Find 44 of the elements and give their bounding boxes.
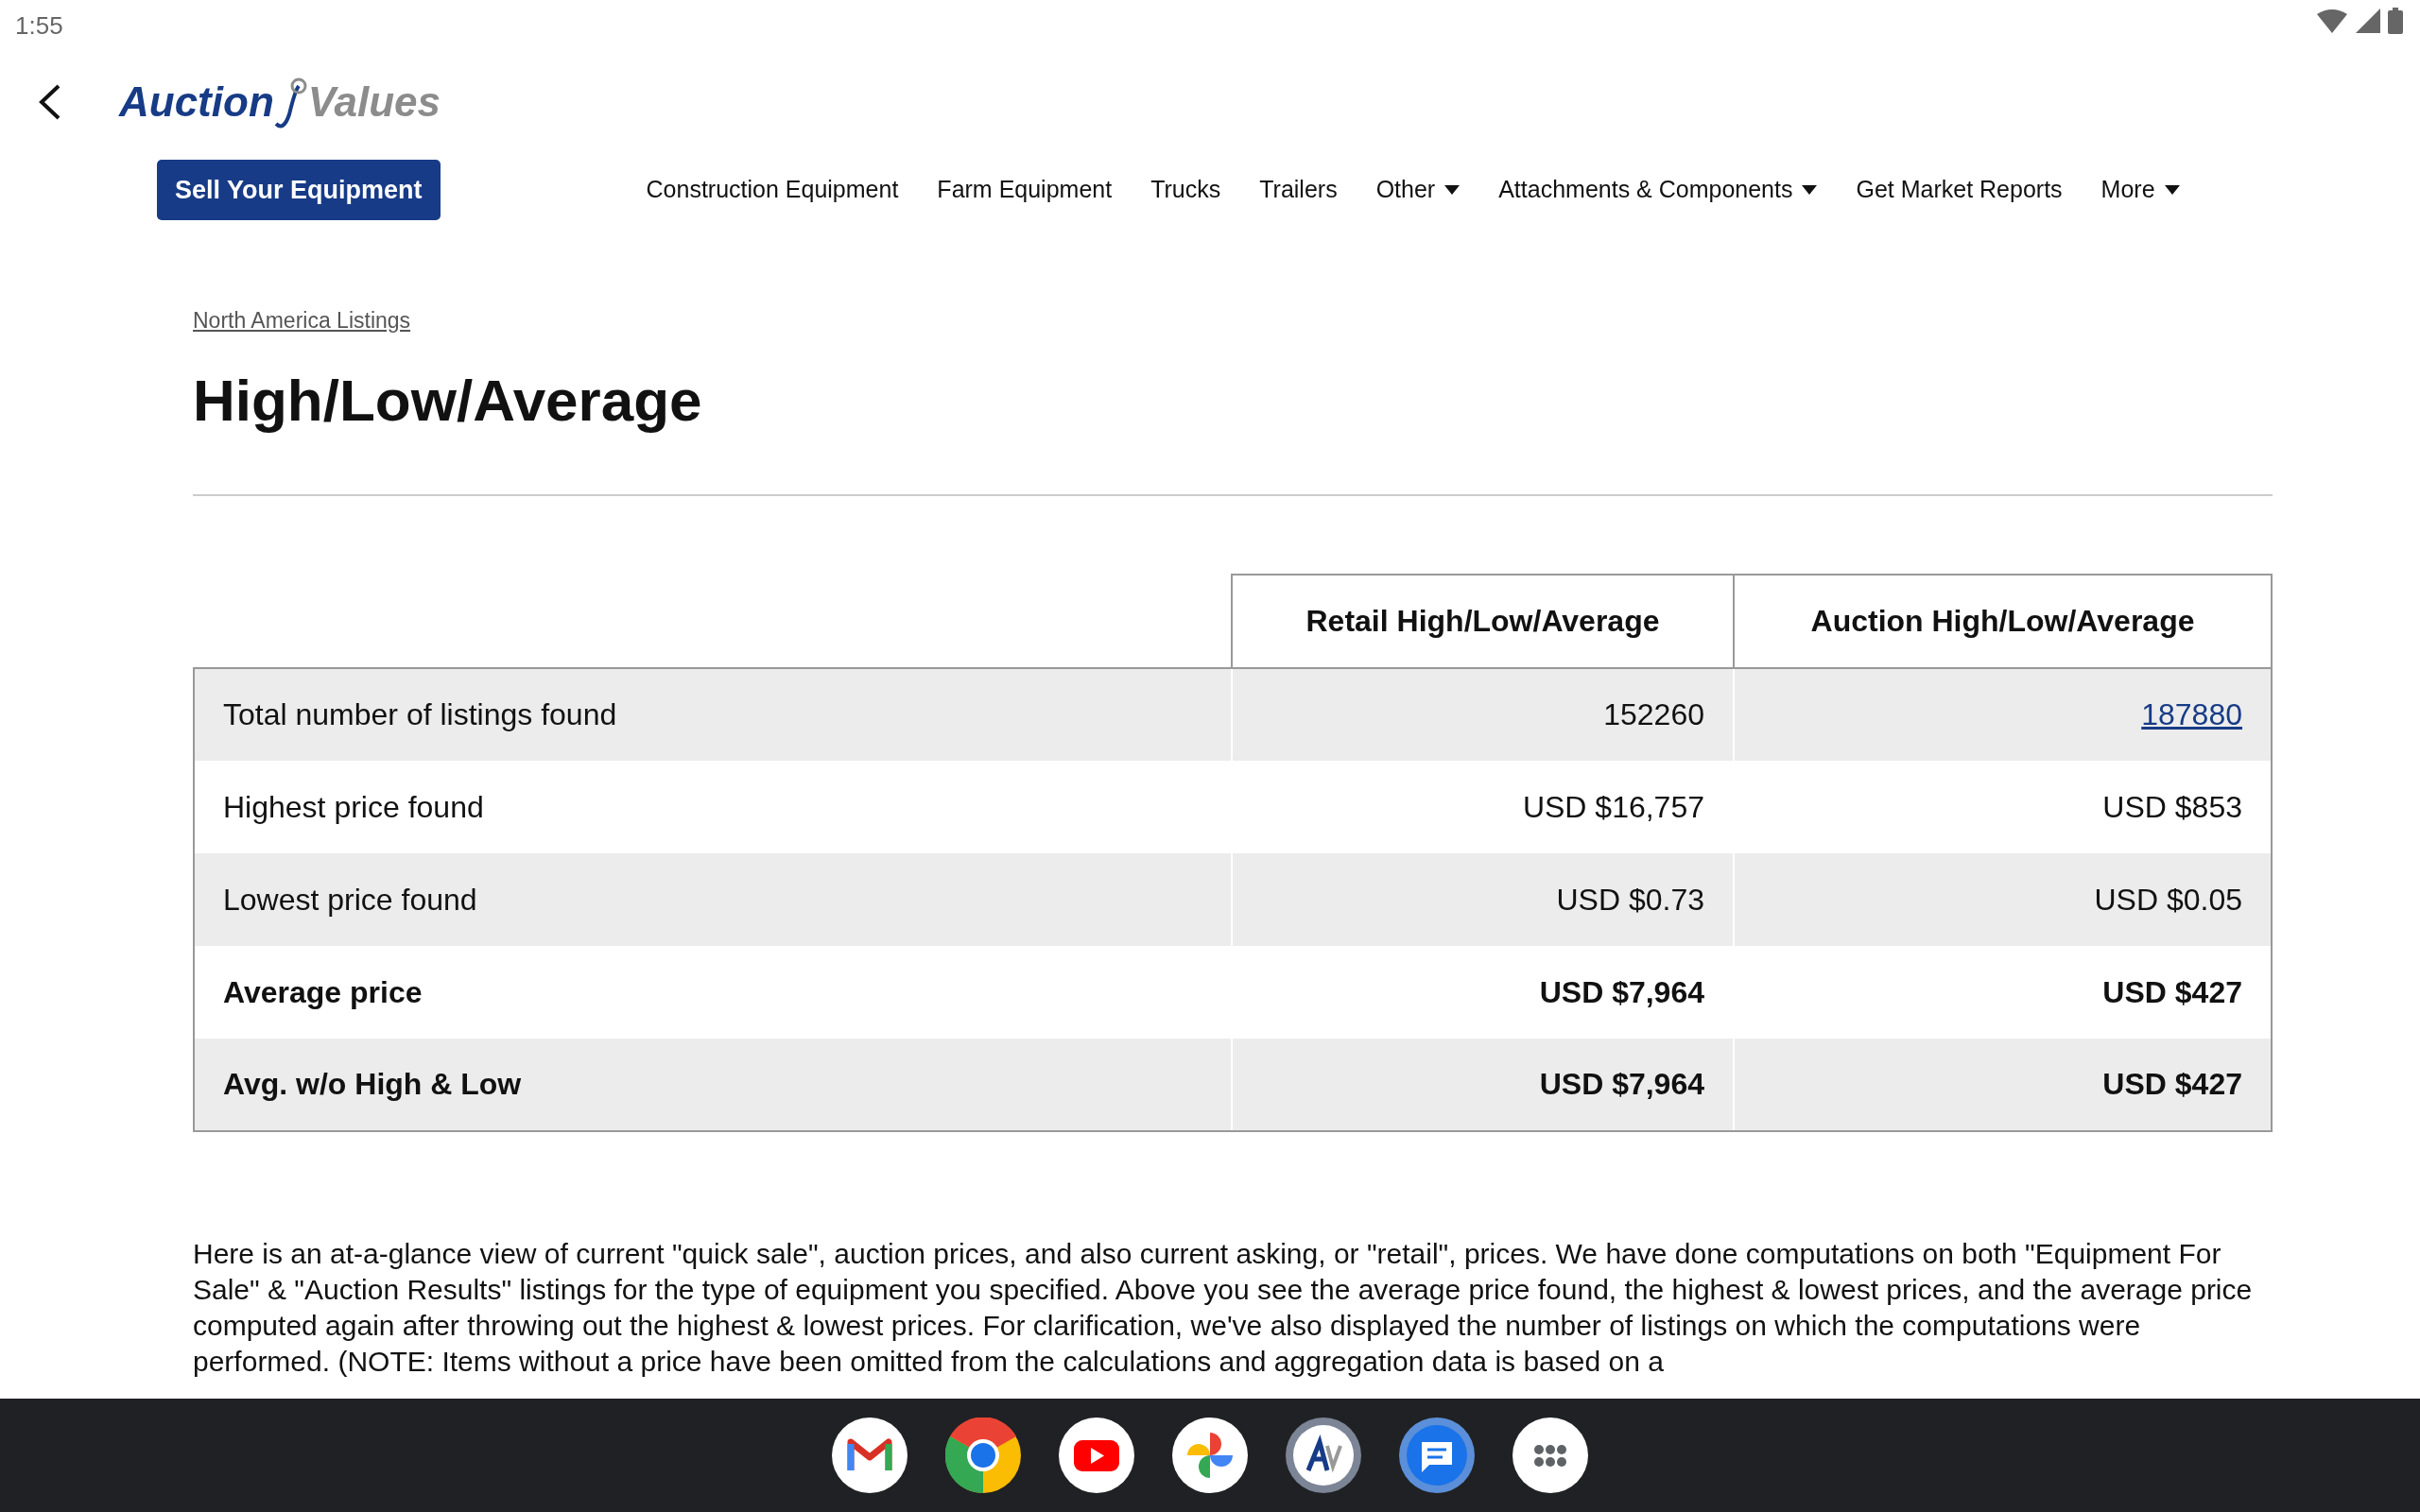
mail-app-icon[interactable] <box>832 1418 908 1493</box>
browser-app-icon[interactable] <box>945 1418 1021 1493</box>
table-cell: USD $7,964 <box>1539 974 1704 1009</box>
row-label: Avg. w/o High & Low <box>223 1067 522 1102</box>
breadcrumb-link[interactable]: North America Listings <box>193 304 411 337</box>
page-title: High/Low/Average <box>193 366 703 435</box>
row-label: Lowest price found <box>223 882 477 917</box>
column-header: Retail High/Low/Average <box>1232 574 1734 668</box>
nav-dropdown[interactable]: Attachments & Components <box>1481 172 1835 208</box>
column-header: Auction High/Low/Average <box>1734 574 2272 668</box>
nav-link[interactable]: Trailers <box>1242 172 1355 208</box>
pinwheel-app-icon[interactable] <box>1172 1418 1248 1493</box>
nav-link[interactable]: Trucks <box>1133 172 1238 208</box>
nav-link[interactable]: Farm Equipment <box>920 172 1130 208</box>
table-cell: USD $16,757 <box>1522 789 1704 824</box>
table-cell: USD $7,964 <box>1539 1067 1704 1102</box>
table-cell: 152260 <box>1603 697 1704 732</box>
table-cell: USD $0.73 <box>1556 882 1704 917</box>
signal-icon <box>2356 9 2380 33</box>
table-cell: USD $427 <box>2102 1067 2242 1102</box>
logo[interactable]: Auction Values <box>119 71 441 133</box>
nav-link[interactable]: Construction Equipment <box>629 172 916 208</box>
table-cell: USD $427 <box>2102 974 2242 1009</box>
battery-icon <box>2388 8 2403 34</box>
nav-dropdown[interactable]: More <box>2083 172 2197 208</box>
listings-link[interactable]: 187880 <box>2141 697 2242 732</box>
caret-icon <box>1802 185 1818 195</box>
caret-icon <box>2164 185 2180 195</box>
table-cell: USD $853 <box>2102 789 2242 824</box>
row-label: Average price <box>223 974 423 1009</box>
table-cell: USD $0.05 <box>2094 882 2242 917</box>
row-label: Highest price found <box>223 789 484 824</box>
messages-app-icon[interactable] <box>1399 1418 1475 1493</box>
caret-icon <box>1444 185 1461 195</box>
sell-equipment-button[interactable]: Sell Your Equipment <box>157 159 441 221</box>
logo-app-icon[interactable] <box>1286 1418 1361 1493</box>
row-label: Total number of listings found <box>223 697 617 732</box>
description-paragraph: Here is an at-a-glance view of current "quick sale", auction prices, and also current asking, or "retail", prices. We have done computations on both "Equipment For Sale" & "Auction Results" listings for the type of equipment you specified. Above you see the average price found, the highest & lowest prices, and the average price computed again after throwing out the highest & lowest prices. For clarification, we've also displayed the number of listings on which the computations were performed. (NOTE: Items without a price have been omitted from the calculations and aggregation data is based on a <box>193 1236 2254 1379</box>
app-drawer-icon[interactable] <box>1512 1418 1588 1493</box>
nav-dropdown[interactable]: Other <box>1358 172 1478 208</box>
wifi-icon <box>2316 9 2348 33</box>
video-app-icon[interactable] <box>1059 1418 1134 1493</box>
nav-link[interactable]: Get Market Reports <box>1839 172 2080 208</box>
clock-time: 1:55 <box>15 10 63 42</box>
